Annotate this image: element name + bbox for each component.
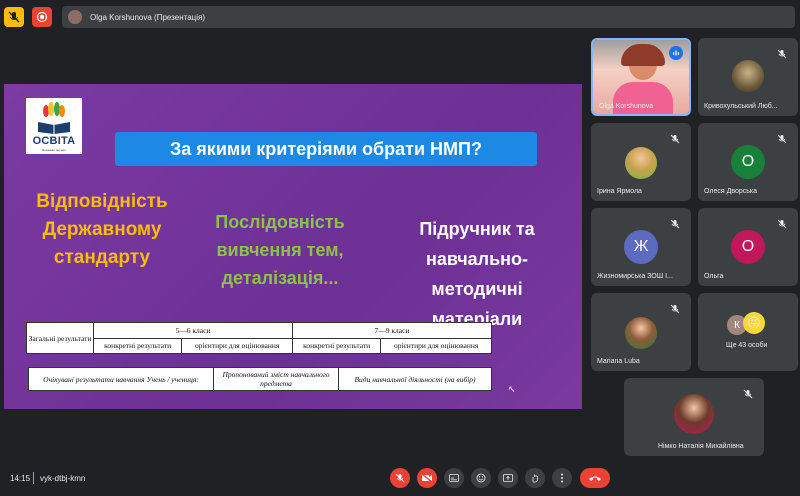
slide-title: За якими критеріями обрати НМП? bbox=[115, 132, 537, 166]
participant-photo bbox=[625, 147, 657, 179]
mic-toggle-button[interactable] bbox=[390, 468, 410, 488]
raise-hand-button[interactable] bbox=[525, 468, 545, 488]
logo-subtext: Вишневе дерево bbox=[42, 148, 66, 152]
mic-off-icon bbox=[395, 473, 405, 483]
logo-text: ОСВІТА bbox=[32, 135, 76, 147]
reactions-button[interactable] bbox=[471, 468, 491, 488]
mouse-cursor-icon: ↖ bbox=[508, 384, 516, 394]
participant-avatar: О bbox=[731, 145, 765, 179]
table-group-header: 5—6 класи bbox=[93, 322, 293, 339]
participant-tile[interactable]: Ірина Ярмола bbox=[591, 123, 691, 201]
table-subheader: конкретні результати bbox=[291, 337, 382, 354]
mic-off-icon bbox=[776, 133, 788, 145]
mic-off-icon bbox=[776, 48, 788, 60]
speaking-indicator-icon bbox=[669, 46, 683, 60]
participant-tile[interactable]: О Олеся Дворська bbox=[698, 123, 798, 201]
criterion-standard-line: Відповідність bbox=[36, 191, 168, 212]
criterion-sequence-line: вивчення тем, bbox=[216, 240, 344, 260]
captions-button[interactable] bbox=[444, 468, 464, 488]
leave-call-button[interactable] bbox=[580, 468, 610, 488]
participant-name: Mariana Luba bbox=[597, 358, 640, 365]
criterion-textbook-line: методичні bbox=[431, 279, 523, 299]
captions-icon bbox=[449, 474, 459, 482]
table-header-cell: Пропонований зміст навчального предмета bbox=[213, 367, 339, 391]
emoji-icon bbox=[476, 473, 486, 483]
top-bar: Olga Korshunova (Презентація) bbox=[0, 0, 800, 36]
criterion-sequence-line: Послідовність bbox=[215, 212, 345, 232]
others-count: Ще 43 особи bbox=[726, 342, 768, 349]
participant-tile[interactable]: Olga Korshunova bbox=[591, 38, 691, 116]
presentation-banner-text: Olga Korshunova (Презентація) bbox=[90, 12, 205, 22]
participant-tile[interactable]: Mariana Luba bbox=[591, 293, 691, 371]
mic-off-icon bbox=[776, 218, 788, 230]
criterion-standard: Відповідність Державному стандарту bbox=[22, 188, 182, 272]
participant-name: Кривохульський Люб... bbox=[704, 103, 778, 110]
participant-name: Олеся Дворська bbox=[704, 188, 758, 195]
table-row-header: Загальні результати bbox=[26, 322, 94, 354]
participant-avatar: Ж bbox=[624, 230, 658, 264]
present-button[interactable] bbox=[498, 468, 518, 488]
camera-off-icon bbox=[421, 473, 433, 483]
divider bbox=[33, 472, 34, 484]
criterion-textbook-line: навчально- bbox=[425, 249, 529, 269]
participant-photo bbox=[674, 394, 714, 434]
participant-name: Olga Korshunova bbox=[599, 103, 654, 110]
participant-tile[interactable]: О Ольга bbox=[698, 208, 798, 286]
record-icon[interactable] bbox=[32, 7, 52, 27]
phone-hangup-icon bbox=[589, 476, 601, 481]
criterion-standard-line: стандарту bbox=[53, 247, 151, 268]
meeting-code[interactable]: vyk-dtbj-kmn bbox=[40, 474, 85, 483]
osvita-logo: ОСВІТА Вишневе дерево bbox=[26, 98, 82, 154]
camera-toggle-button[interactable] bbox=[417, 468, 437, 488]
results-table: Загальні результати 5—6 класи 7—9 класи … bbox=[26, 322, 493, 354]
table-subheader: орієнтири для оцінювання bbox=[380, 337, 492, 354]
mic-off-icon bbox=[742, 388, 754, 400]
criterion-sequence-line: деталізація... bbox=[221, 268, 339, 288]
participant-name: Ольга bbox=[704, 273, 724, 280]
participant-avatar: О bbox=[731, 230, 765, 264]
criterion-standard-line: Державному bbox=[42, 219, 162, 240]
activities-table: Очікувані результати навчання Учень / уч… bbox=[28, 367, 492, 391]
hand-icon bbox=[532, 474, 538, 483]
table-header-cell: Очікувані результати навчання Учень / уч… bbox=[28, 367, 214, 391]
mic-off-icon bbox=[669, 133, 681, 145]
table-subheader: орієнтири для оцінювання bbox=[181, 337, 293, 354]
presentation-banner[interactable]: Olga Korshunova (Презентація) bbox=[62, 6, 795, 28]
mic-off-icon bbox=[669, 218, 681, 230]
participant-name: Німко Наталія Михайлівна bbox=[658, 443, 744, 450]
participant-name: Ірина Ярмола bbox=[597, 188, 642, 195]
criterion-textbook-line: Підручник та bbox=[419, 219, 535, 239]
presentation-slide: ОСВІТА Вишневе дерево За якими критеріям… bbox=[4, 84, 582, 409]
criterion-textbook: Підручник та навчально- методичні матері… bbox=[392, 214, 562, 334]
present-screen-icon bbox=[503, 474, 513, 482]
clock: 14:15 bbox=[10, 474, 31, 483]
more-options-button[interactable] bbox=[552, 468, 572, 488]
table-header-cell: Види навчальної діяльності (на вибір) bbox=[338, 367, 492, 391]
more-vert-icon bbox=[561, 473, 563, 483]
mic-off-warning-icon[interactable] bbox=[4, 7, 24, 27]
bottom-bar: 14:15 vyk-dtbj-kmn bbox=[0, 462, 800, 496]
participant-tile[interactable]: Німко Наталія Михайлівна bbox=[624, 378, 764, 456]
table-group-header: 7—9 класи bbox=[291, 322, 493, 339]
participant-tile[interactable]: Ж Жизномирська ЗОШ І... bbox=[591, 208, 691, 286]
participant-tile[interactable]: Кривохульський Люб... bbox=[698, 38, 798, 116]
criterion-sequence: Послідовність вивчення тем, деталізація.… bbox=[200, 208, 360, 292]
mic-off-icon bbox=[669, 303, 681, 315]
participant-photo bbox=[732, 60, 764, 92]
others-tile[interactable]: К 😜 Ще 43 особи bbox=[698, 293, 798, 371]
presenter-avatar bbox=[68, 10, 82, 24]
table-subheader: конкретні результати bbox=[92, 337, 183, 354]
participant-photo bbox=[625, 317, 657, 349]
participant-name: Жизномирська ЗОШ І... bbox=[597, 273, 673, 280]
emoji-avatar-icon: 😜 bbox=[743, 312, 765, 334]
